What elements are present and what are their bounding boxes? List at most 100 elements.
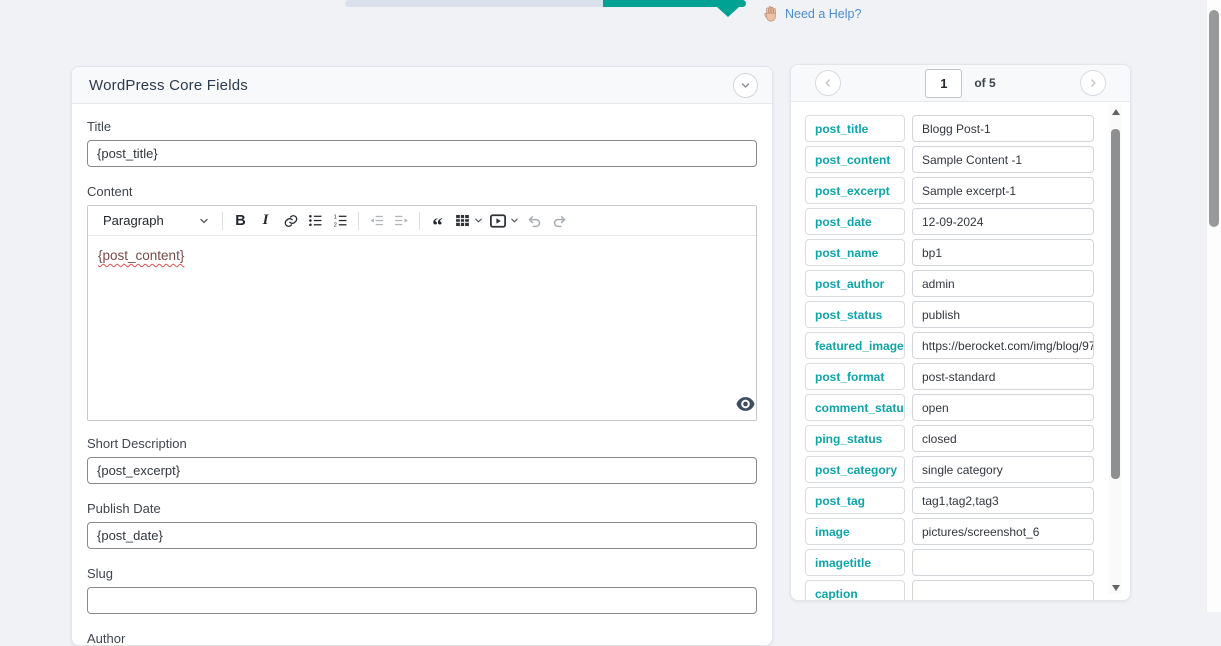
italic-button[interactable]: I <box>253 209 278 233</box>
chevron-left-icon <box>823 78 833 88</box>
preview-scrollbar[interactable] <box>1109 105 1122 594</box>
field-row: comment_status open <box>805 394 1094 421</box>
title-label: Title <box>87 119 757 134</box>
field-value-box <box>912 580 1094 601</box>
field-name-chip[interactable]: post_title <box>805 115 905 142</box>
content-editor: Paragraph B I 12 <box>87 205 757 421</box>
field-name-chip[interactable]: post_category <box>805 456 905 483</box>
field-name-chip[interactable]: ping_status <box>805 425 905 452</box>
field-value-box: Sample excerpt-1 <box>912 177 1094 204</box>
editor-toolbar: Paragraph B I 12 <box>88 206 756 236</box>
redo-button[interactable] <box>547 209 572 233</box>
field-row: post_date 12-09-2024 <box>805 208 1094 235</box>
need-help-link[interactable]: Need a Help? <box>763 5 861 23</box>
bold-button[interactable]: B <box>228 209 253 233</box>
field-name-chip[interactable]: post_format <box>805 363 905 390</box>
field-name-chip[interactable]: post_date <box>805 208 905 235</box>
field-row: image pictures/screenshot_6 <box>805 518 1094 545</box>
next-record-button[interactable] <box>1080 70 1106 96</box>
field-name-chip[interactable]: featured_image <box>805 332 905 359</box>
paragraph-format-label: Paragraph <box>103 213 164 228</box>
preview-eye-icon[interactable] <box>736 397 755 416</box>
short-description-input[interactable] <box>87 457 757 484</box>
field-row: post_categorysingle category <box>805 456 1094 483</box>
field-value-box: post-standard <box>912 363 1094 390</box>
field-name-chip[interactable]: comment_status <box>805 394 905 421</box>
field-value-box: Sample Content -1 <box>912 146 1094 173</box>
stepper-progress-fill <box>603 0 746 7</box>
content-merge-tag: {post_content} <box>98 248 184 263</box>
slug-input[interactable] <box>87 587 757 614</box>
blockquote-button[interactable]: “ <box>425 204 450 237</box>
scroll-up-arrow[interactable] <box>1109 105 1122 118</box>
stepper-pointer-triangle <box>717 7 739 17</box>
core-fields-panel: WordPress Core Fields Title Content Para… <box>71 66 773 646</box>
paragraph-format-dropdown[interactable]: Paragraph <box>93 209 217 233</box>
title-input[interactable] <box>87 140 757 167</box>
publish-date-input[interactable] <box>87 522 757 549</box>
link-button[interactable] <box>278 209 303 233</box>
field-name-chip[interactable]: caption <box>805 580 905 601</box>
field-name-chip[interactable]: post_content <box>805 146 905 173</box>
field-value-box: https://berocket.com/img/blog/97001e <box>912 332 1094 359</box>
field-name-chip[interactable]: imagetitle <box>805 549 905 576</box>
record-total-label: of 5 <box>974 76 995 90</box>
publish-date-label: Publish Date <box>87 501 757 516</box>
svg-text:2: 2 <box>334 222 337 228</box>
field-value-box: closed <box>912 425 1094 452</box>
outdent-button[interactable] <box>364 209 389 233</box>
chevron-down-icon <box>510 216 519 225</box>
record-number-input[interactable] <box>925 69 962 98</box>
field-value-box: pictures/screenshot_6 <box>912 518 1094 545</box>
field-row: featured_image https://berocket.com/img/b… <box>805 332 1094 359</box>
stepper-progress-track <box>345 0 603 7</box>
field-value-box: tag1,tag2,tag3 <box>912 487 1094 514</box>
field-row: post_excerpt Sample excerpt-1 <box>805 177 1094 204</box>
chevron-down-icon <box>740 80 751 91</box>
field-rows: post_title Blogg Post-1 post_content Sampl… <box>805 115 1094 601</box>
field-name-chip[interactable]: image <box>805 518 905 545</box>
collapse-panel-button[interactable] <box>733 73 758 98</box>
field-value-box: open <box>912 394 1094 421</box>
hand-icon <box>763 5 780 23</box>
core-fields-panel-header: WordPress Core Fields <box>72 67 772 104</box>
field-row: post_format post-standard <box>805 363 1094 390</box>
page-scrollbar[interactable] <box>1206 0 1221 612</box>
chevron-right-icon <box>1088 78 1098 88</box>
numbered-list-button[interactable]: 12 <box>328 209 353 233</box>
bullet-list-button[interactable] <box>303 209 328 233</box>
scroll-down-arrow[interactable] <box>1109 581 1122 594</box>
panel-title: WordPress Core Fields <box>89 77 248 94</box>
indent-button[interactable] <box>389 209 414 233</box>
preview-scrollbar-thumb[interactable] <box>1111 129 1120 479</box>
field-row: post_content Sample Content -1 <box>805 146 1094 173</box>
svg-text:1: 1 <box>334 214 337 220</box>
field-value-box <box>912 549 1094 576</box>
field-name-chip[interactable]: post_tag <box>805 487 905 514</box>
field-row: post_namebp1 <box>805 239 1094 266</box>
field-name-chip[interactable]: post_excerpt <box>805 177 905 204</box>
field-row: post_authoradmin <box>805 270 1094 297</box>
field-value-box: Blogg Post-1 <box>912 115 1094 142</box>
field-name-chip[interactable]: post_name <box>805 239 905 266</box>
undo-button[interactable] <box>522 209 547 233</box>
field-row: imagetitle <box>805 549 1094 576</box>
toolbar-divider <box>222 212 223 230</box>
field-row: caption <box>805 580 1094 601</box>
field-row: post_tag tag1,tag2,tag3 <box>805 487 1094 514</box>
field-row: post_statuspublish <box>805 301 1094 328</box>
chevron-down-icon <box>474 216 483 225</box>
chevron-down-icon <box>199 216 209 226</box>
editor-content-area[interactable]: {post_content} <box>88 236 756 420</box>
page-scrollbar-thumb[interactable] <box>1209 10 1219 227</box>
data-preview-panel: of 5 post_title Blogg Post-1 post_content… <box>790 64 1131 601</box>
field-name-chip[interactable]: post_status <box>805 301 905 328</box>
prev-record-button[interactable] <box>815 70 841 96</box>
field-row: ping_status closed <box>805 425 1094 452</box>
table-button[interactable] <box>450 209 486 233</box>
embed-media-button[interactable] <box>486 209 522 233</box>
field-name-chip[interactable]: post_author <box>805 270 905 297</box>
short-description-label: Short Description <box>87 436 757 451</box>
field-value-box: 12-09-2024 <box>912 208 1094 235</box>
content-label: Content <box>87 184 757 199</box>
